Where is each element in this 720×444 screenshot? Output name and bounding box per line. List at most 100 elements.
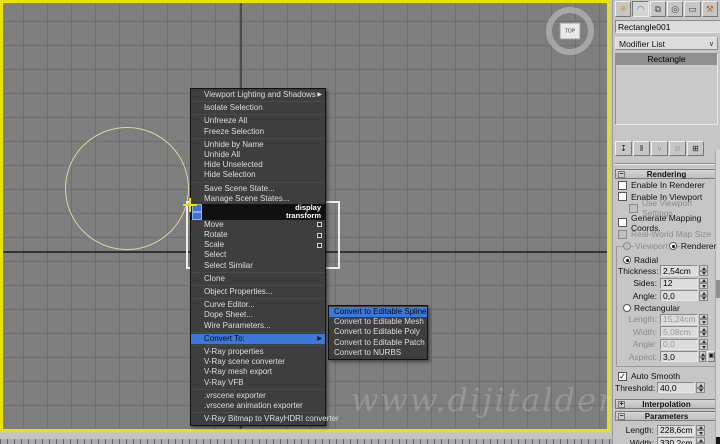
radio-rectangular[interactable] (623, 304, 631, 312)
menu-item-select-similar[interactable]: Select Similar (191, 261, 325, 271)
spinner-down-icon[interactable] (699, 296, 708, 302)
checkbox-generate-mapping-coords[interactable] (618, 218, 627, 227)
menu-item-convert-to-editable-spline[interactable]: Convert to Editable Spline (329, 307, 427, 317)
settings-box-icon[interactable] (317, 233, 322, 238)
create-tab[interactable]: ✳ (615, 1, 631, 17)
menu-item-curve-editor[interactable]: Curve Editor... (191, 300, 325, 310)
object-name-field[interactable] (615, 20, 720, 33)
submenu-arrow-icon: ▶ (317, 90, 322, 100)
menu-item-select[interactable]: Select (191, 250, 325, 260)
field-length[interactable] (657, 425, 695, 436)
menu-item-v-ray-vfb[interactable]: V-Ray VFB (191, 378, 325, 388)
quad-menu-origin-cross-icon (183, 198, 197, 212)
settings-box-icon[interactable] (317, 222, 322, 227)
spinner-thickness[interactable] (699, 265, 708, 276)
spinner-down-icon[interactable] (699, 357, 706, 363)
menu-item-rotate[interactable]: Rotate (191, 230, 325, 240)
menu-item-v-ray-mesh-export[interactable]: V-Ray mesh export (191, 367, 325, 377)
make-unique-icon: ∨ (651, 141, 668, 156)
menu-item-convert-to-nurbs[interactable]: Convert to NURBS (329, 348, 427, 358)
radio-renderer[interactable] (669, 242, 677, 250)
utilities-tab[interactable]: ⚒ (702, 1, 718, 17)
collapse-icon[interactable]: − (618, 413, 625, 420)
menu-separator (191, 412, 325, 413)
menu-item-vrscene-animation-exporter[interactable]: .vrscene animation exporter (191, 401, 325, 411)
modify-tab[interactable]: ◠ (632, 1, 648, 17)
panel-scrollbar-thumb[interactable] (716, 280, 720, 298)
spinner-down-icon[interactable] (696, 430, 705, 436)
show-end-result-icon[interactable]: ‖ (633, 141, 650, 156)
menu-item-clone[interactable]: Clone (191, 274, 325, 284)
menu-item-freeze-selection[interactable]: Freeze Selection (191, 127, 325, 137)
spinner-down-icon[interactable] (699, 283, 708, 289)
menu-item-unhide-all[interactable]: Unhide All (191, 150, 325, 160)
command-panel-tabs: ✳◠⧉◎▭⚒ (615, 1, 718, 17)
field-width (660, 326, 698, 337)
menu-item-convert-to-editable-patch[interactable]: Convert to Editable Patch (329, 338, 427, 348)
menu-item-wire-parameters[interactable]: Wire Parameters... (191, 321, 325, 331)
circle-spline-shape[interactable] (65, 127, 189, 250)
menu-item-convert-to-editable-mesh[interactable]: Convert to Editable Mesh (329, 317, 427, 327)
menu-item-viewport-lighting-and-shadows[interactable]: Viewport Lighting and Shadows▶ (191, 90, 325, 100)
rollout-header-rendering[interactable]: − Rendering (615, 169, 718, 179)
menu-separator (191, 298, 325, 299)
panel-scrollbar[interactable] (715, 150, 720, 444)
field-aspect[interactable] (660, 351, 698, 362)
spinner-sides[interactable] (699, 278, 708, 289)
menu-item-convert-to-editable-poly[interactable]: Convert to Editable Poly (329, 327, 427, 337)
spinner-width[interactable] (696, 437, 705, 444)
rollout-header-interpolation[interactable]: + Interpolation (615, 399, 718, 409)
field-row-length: Length: (618, 313, 715, 326)
field-sides[interactable] (660, 278, 698, 289)
field-angle (660, 339, 698, 350)
spinner-angle[interactable] (699, 290, 708, 301)
field-width[interactable] (657, 437, 695, 444)
viewcube-top-face[interactable]: TOP (560, 23, 581, 40)
menu-item-isolate-selection[interactable]: Isolate Selection (191, 103, 325, 113)
menu-item-vrscene-exporter[interactable]: .vrscene exporter (191, 391, 325, 401)
menu-item-save-scene-state[interactable]: Save Scene State... (191, 184, 325, 194)
menu-item-v-ray-properties[interactable]: V-Ray properties (191, 347, 325, 357)
checkbox-enable-in-viewport[interactable] (618, 192, 627, 201)
stack-entry-rectangle[interactable]: Rectangle (616, 54, 717, 65)
spinner-aspect[interactable] (699, 351, 706, 362)
display-tab[interactable]: ▭ (684, 1, 700, 17)
track-bar-ruler[interactable] (0, 439, 612, 444)
checkbox-enable-in-renderer[interactable] (618, 181, 627, 190)
field-threshold[interactable] (657, 382, 695, 393)
menu-item-dope-sheet[interactable]: Dope Sheet... (191, 310, 325, 320)
spinner-threshold[interactable] (696, 382, 705, 393)
collapse-icon[interactable]: − (618, 171, 625, 178)
menu-item-convert-to[interactable]: Convert To:▶ (191, 334, 325, 344)
expand-icon[interactable]: + (618, 401, 625, 408)
modifier-list-dropdown[interactable]: Modifier List ∨ (615, 37, 718, 50)
aspect-lock-button[interactable]: ▣ (707, 351, 715, 362)
viewcube[interactable]: TOP (546, 7, 594, 55)
menu-item-scale[interactable]: Scale (191, 240, 325, 250)
checkbox-auto-smooth[interactable]: ✓ (618, 372, 627, 381)
radio-radial[interactable] (623, 256, 631, 264)
menu-item-hide-unselected[interactable]: Hide Unselected (191, 160, 325, 170)
quad-header-transform: transform (191, 212, 325, 220)
motion-tab[interactable]: ◎ (667, 1, 683, 17)
spinner-down-icon[interactable] (699, 271, 708, 277)
menu-item-unhide-by-name[interactable]: Unhide by Name (191, 140, 325, 150)
rollout-header-parameters[interactable]: − Parameters (615, 411, 718, 421)
field-angle[interactable] (660, 290, 698, 301)
menu-item-v-ray-bitmap-to-vrayhdri-converter[interactable]: V-Ray Bitmap to VRayHDRI converter (191, 414, 325, 424)
panel-divider (615, 163, 718, 165)
menu-item-v-ray-scene-converter[interactable]: V-Ray scene converter (191, 357, 325, 367)
field-thickness[interactable] (660, 265, 698, 276)
menu-item-unfreeze-all[interactable]: Unfreeze All (191, 116, 325, 126)
configure-modifier-sets-icon[interactable]: ⊞ (687, 141, 704, 156)
spinner-length[interactable] (696, 425, 705, 436)
spinner-down-icon[interactable] (696, 388, 705, 394)
field-row-threshold: Threshold: (615, 382, 718, 395)
menu-item-object-properties[interactable]: Object Properties... (191, 287, 325, 297)
menu-item-move[interactable]: Move (191, 220, 325, 230)
pin-stack-icon[interactable]: ↧ (615, 141, 632, 156)
menu-separator (191, 332, 325, 333)
menu-item-hide-selection[interactable]: Hide Selection (191, 170, 325, 180)
hierarchy-tab[interactable]: ⧉ (650, 1, 666, 17)
settings-box-icon[interactable] (317, 243, 322, 248)
